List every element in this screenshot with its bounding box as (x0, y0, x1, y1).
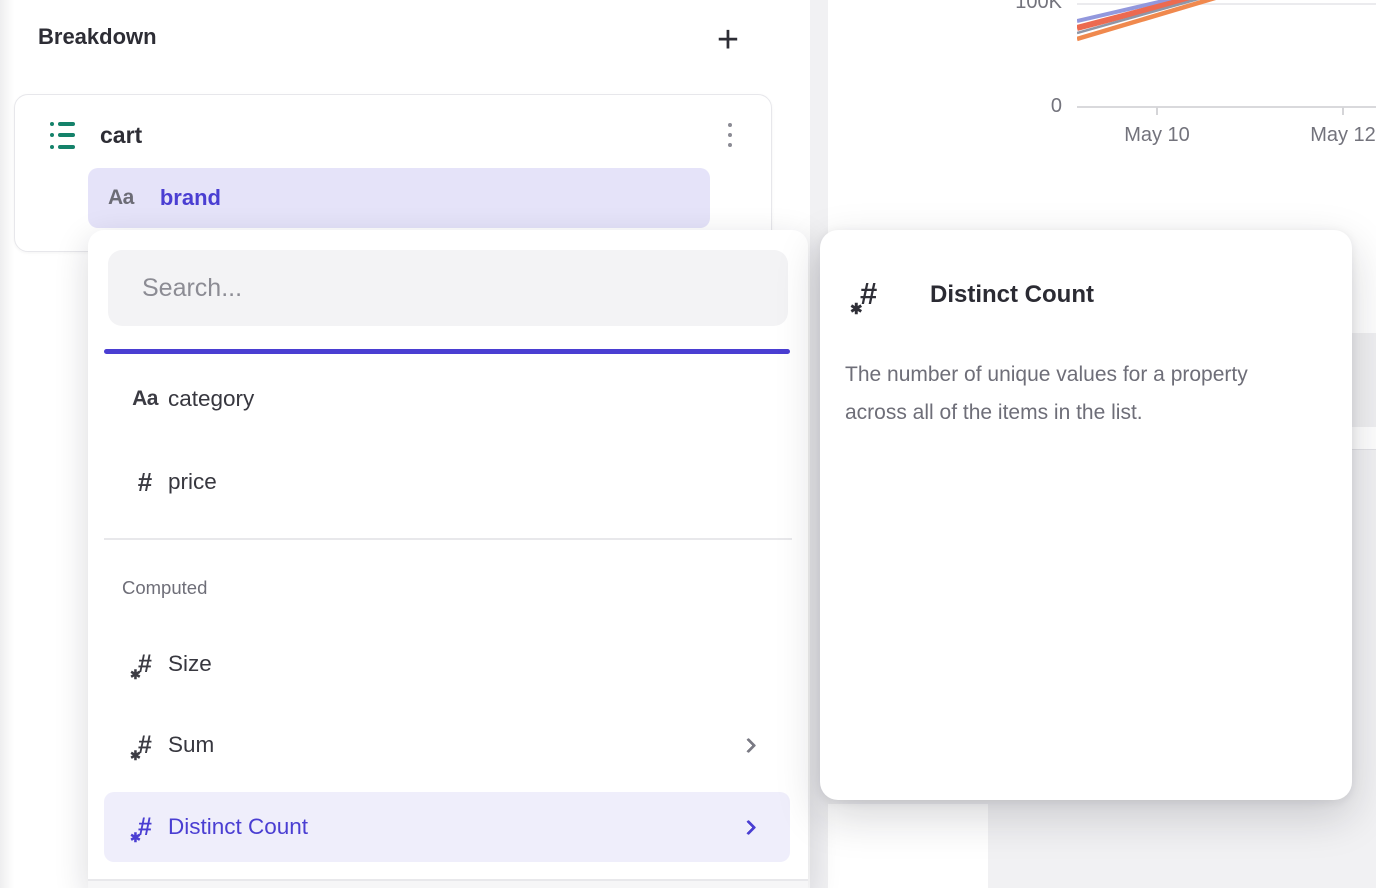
table-first-column (828, 804, 988, 888)
chevron-right-icon (741, 737, 757, 753)
number-type-icon: # (138, 467, 152, 498)
text-type-icon: Aa (132, 387, 158, 411)
breakdown-property-row[interactable]: cart (50, 112, 750, 158)
selected-subproperty-pill[interactable]: Aa brand (88, 168, 710, 228)
computed-section-label: Computed (122, 577, 207, 599)
section-divider (104, 538, 792, 540)
x-axis-tick (1342, 107, 1344, 115)
y-axis-label-0: 0 (990, 95, 1062, 118)
breakdown-section-title: Breakdown (38, 24, 157, 50)
add-breakdown-button[interactable]: + (704, 16, 752, 64)
property-select-dropdown: Aa category # price Computed #✱ Size #✱ … (88, 230, 808, 888)
dropdown-item-size[interactable]: #✱ Size (104, 632, 790, 696)
panel-edge-shadow (0, 0, 14, 888)
dropdown-item-sum[interactable]: #✱ Sum (104, 713, 790, 777)
screen: 100K 0 May 10 May 12 Breakdown + cart Aa… (0, 0, 1376, 888)
text-type-icon: Aa (108, 186, 134, 210)
list-property-icon (50, 122, 76, 149)
dropdown-item-label: category (168, 386, 254, 412)
x-axis-label-may10: May 10 (1107, 124, 1207, 147)
search-input[interactable] (108, 250, 788, 326)
dropdown-item-price[interactable]: # price (104, 450, 790, 514)
y-axis-label-100k: 100K (990, 0, 1062, 14)
distinct-count-icon: #✱ (860, 276, 877, 312)
chart-x-axis (1077, 106, 1376, 108)
subproperty-label: brand (160, 185, 221, 211)
tooltip-description: The number of unique values for a proper… (845, 356, 1315, 432)
breakdown-property-name: cart (100, 122, 142, 149)
x-axis-label-may12: May 12 (1293, 124, 1376, 147)
dropdown-item-label: Size (168, 651, 212, 677)
chart-series-lines (1077, 0, 1376, 46)
chevron-right-icon (741, 819, 757, 835)
dropdown-item-label: price (168, 469, 217, 495)
dropdown-item-distinct-count[interactable]: #✱ Distinct Count (104, 792, 790, 862)
dropdown-item-label: Distinct Count (168, 814, 308, 840)
property-info-tooltip: #✱ Distinct Count The number of unique v… (820, 230, 1352, 800)
active-tab-indicator (104, 349, 790, 354)
computed-number-icon: #✱ (138, 731, 152, 760)
x-axis-tick (1156, 107, 1158, 115)
computed-number-icon: #✱ (138, 813, 152, 842)
kebab-menu-button[interactable] (722, 116, 738, 154)
dropdown-footer (88, 881, 808, 888)
tooltip-title: Distinct Count (930, 281, 1094, 309)
computed-number-icon: #✱ (138, 650, 152, 679)
dropdown-item-label: Sum (168, 732, 214, 758)
dropdown-item-category[interactable]: Aa category (104, 367, 790, 431)
